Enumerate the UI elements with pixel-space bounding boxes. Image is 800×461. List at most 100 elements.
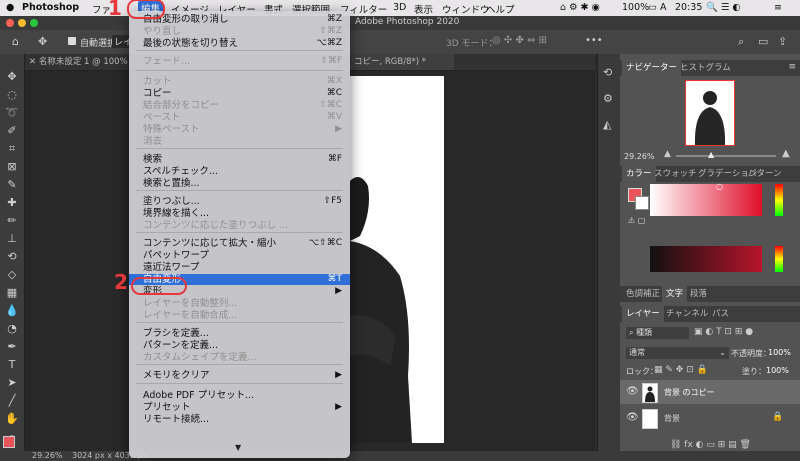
menu-item[interactable]: 検索 ⌘F <box>129 154 350 165</box>
layer-filter-icons[interactable]: ▣ ◐ T ⊡ ⊞ ● <box>694 327 753 337</box>
scroll-down-arrow-icon[interactable]: ▼ <box>235 443 241 452</box>
more-options-icon[interactable]: ••• <box>585 35 603 46</box>
doc-tab-2[interactable]: コピー, RGB/8*) * <box>350 54 454 70</box>
menu-item[interactable]: コンテンツに応じて拡大・縮小 ⌥⇧⌘C <box>129 238 350 249</box>
menu-item[interactable]: 最後の状態を切り替え ⌥⌘Z <box>129 38 350 49</box>
control-center-icon[interactable]: ≡ <box>774 2 782 13</box>
search-icon[interactable]: ⌕ <box>738 35 744 49</box>
pen-icon[interactable]: ✒ <box>5 340 19 354</box>
minimize-window-button[interactable] <box>18 19 26 27</box>
tab-histogram[interactable]: ヒストグラム <box>676 60 735 76</box>
hue-slider[interactable] <box>775 184 783 216</box>
color-background[interactable] <box>635 196 649 210</box>
tab-close-icon[interactable]: ✕ <box>29 57 39 67</box>
tab-paths[interactable]: パス <box>708 306 733 322</box>
path-select-icon[interactable]: ➤ <box>5 376 19 390</box>
menu-3d[interactable]: 3D <box>393 2 406 13</box>
navigator-slider[interactable] <box>676 155 776 157</box>
layer-actions-icons[interactable]: ⛓ fx ◐ ▭ ⊞ ▤ 🗑 <box>670 440 751 450</box>
opacity-value[interactable]: 100% <box>768 348 791 357</box>
layer-row-copy[interactable]: 👁 背景 のコピー <box>620 380 800 404</box>
workspace-icon[interactable]: ▭ <box>758 35 768 48</box>
zoom-window-button[interactable] <box>30 19 38 27</box>
history-panel-icon[interactable]: ⟲ <box>603 66 612 79</box>
color-picker-ring[interactable]: ○ <box>716 182 723 191</box>
color-field-top[interactable] <box>650 184 762 216</box>
quick-select-icon[interactable]: ✐ <box>5 124 19 138</box>
history-brush-icon[interactable]: ⟲ <box>5 250 19 264</box>
foreground-color-swatch[interactable] <box>3 436 15 448</box>
layer-tabs: レイヤー チャンネル パス <box>620 306 800 322</box>
tab-navigator[interactable]: ナビゲーター <box>622 60 682 76</box>
eye-icon[interactable]: 👁 <box>626 386 639 397</box>
menu-item[interactable]: ブラシを定義... <box>129 328 350 339</box>
close-window-button[interactable] <box>6 19 14 27</box>
layer-filter-select[interactable]: ⌕ 種類 <box>626 327 689 339</box>
tab-swatches[interactable]: スウォッチ <box>650 166 701 182</box>
properties-panel-icon[interactable]: ⚙ <box>603 92 613 105</box>
menu-item[interactable]: メモリをクリア ▶ <box>129 370 350 381</box>
document-canvas[interactable] <box>350 76 444 443</box>
slider-knob[interactable]: ▲ <box>708 150 714 159</box>
menu-item[interactable]: スペルチェック... <box>129 166 350 177</box>
zoom-in-icon[interactable]: ▲ <box>782 148 790 159</box>
menu-view[interactable]: 表示 <box>414 2 433 16</box>
frame-icon[interactable]: ⊠ <box>5 160 19 174</box>
menu-item[interactable]: 塗りつぶし... ⇧F5 <box>129 196 350 207</box>
navigator-thumbnail[interactable] <box>685 80 735 146</box>
lock-icons[interactable]: ▦ ✎ ✥ ⊡ 🔒 <box>654 365 708 375</box>
brush-icon[interactable]: ✏ <box>5 214 19 228</box>
menu-item[interactable]: パターンを定義... <box>129 340 350 351</box>
fill-value[interactable]: 100% <box>766 366 789 375</box>
menu-window[interactable]: ウィンドウ <box>442 2 490 16</box>
healing-icon[interactable]: ✚ <box>5 196 19 210</box>
panel-menu-icon[interactable]: ≡ <box>788 62 796 72</box>
move-icon[interactable]: ✥ <box>5 70 19 84</box>
layer-row-background[interactable]: 👁 背景 🔒 <box>620 406 800 430</box>
gradient-icon[interactable]: ▦ <box>5 286 19 300</box>
tab-layers[interactable]: レイヤー <box>622 306 664 322</box>
stamp-icon[interactable]: ⊥ <box>5 232 19 246</box>
type-icon[interactable]: T <box>5 358 19 372</box>
zoom-level[interactable]: 29.26% <box>32 451 63 460</box>
blend-mode-select[interactable]: 通常 ⌄ <box>626 347 729 359</box>
lasso-icon[interactable]: ➰ <box>5 106 19 120</box>
menu-help[interactable]: ヘルプ <box>486 2 515 16</box>
doc-tab-1[interactable]: ✕ 名称未設定 1 @ 100% (背景 <box>29 54 129 70</box>
tab-character[interactable]: 文字 <box>662 286 688 302</box>
menu-item[interactable]: Adobe PDF プリセット... <box>129 390 350 401</box>
app-menu[interactable]: Photoshop <box>22 2 79 13</box>
zoom-out-icon[interactable]: ▲ <box>664 149 671 159</box>
menu-item[interactable]: リモート接続... <box>129 414 350 425</box>
apple-icon[interactable]: ● <box>6 2 14 13</box>
color-field-bottom[interactable] <box>650 246 762 272</box>
tab-paragraph[interactable]: 段落 <box>686 286 711 302</box>
tab-pattern[interactable]: パターン <box>744 166 786 182</box>
navigator-zoom[interactable]: 29.26% <box>624 152 655 161</box>
tab-channels[interactable]: チャンネル <box>662 306 712 322</box>
menu-item[interactable]: 遠近法ワープ <box>129 262 350 273</box>
menu-item[interactable]: プリセット ▶ <box>129 402 350 413</box>
marquee-icon[interactable]: ◌ <box>5 88 19 102</box>
menu-item-label: レイヤーを自動整列... <box>143 298 238 309</box>
shape-icon[interactable]: ╱ <box>5 394 19 408</box>
menu-item[interactable]: パペットワープ <box>129 250 350 261</box>
menu-item[interactable]: 検索と置換... <box>129 178 350 189</box>
3d-tools-icons[interactable]: ◎ ✣ ✤ ⇔ ⊞ <box>492 35 547 46</box>
hand-icon[interactable]: ✋ <box>5 412 19 426</box>
share-icon[interactable]: ⇪ <box>778 35 787 48</box>
dodge-icon[interactable]: ◔ <box>5 322 19 336</box>
eye-icon[interactable]: 👁 <box>626 412 639 423</box>
home-icon[interactable]: ⌂ <box>12 35 19 48</box>
auto-select-checkbox[interactable] <box>68 37 76 45</box>
crop-icon[interactable]: ⌗ <box>5 142 19 156</box>
menu-item[interactable]: 境界線を描く... <box>129 208 350 219</box>
adjust-panel-icon[interactable]: ◭ <box>603 118 611 131</box>
eyedropper-icon[interactable]: ✎ <box>5 178 19 192</box>
menu-item[interactable]: コピー ⌘C <box>129 88 350 99</box>
tab-adjustments[interactable]: 色調補正 <box>622 286 664 302</box>
blur-icon[interactable]: 💧 <box>5 304 19 318</box>
hue-slider-2[interactable] <box>775 246 783 272</box>
eraser-icon[interactable]: ◇ <box>5 268 19 282</box>
move-tool-icon[interactable]: ✥ <box>38 35 47 48</box>
